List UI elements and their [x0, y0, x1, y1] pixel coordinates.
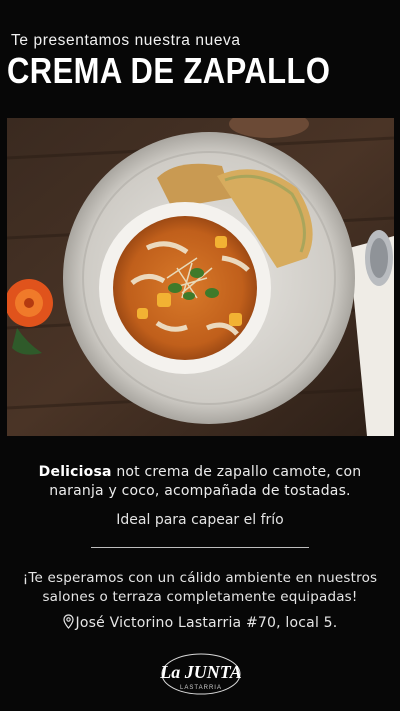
soup-photo — [7, 118, 394, 436]
page-title: CREMA DE ZAPALLO — [7, 50, 331, 91]
description-line2: naranja y coco, acompañada de tostadas. — [49, 483, 351, 499]
tagline: Ideal para capear el frío — [116, 512, 284, 528]
intro-text: Te presentamos nuestra nueva — [11, 32, 241, 49]
invite-line1: ¡Te esperamos con un cálido ambiente en … — [22, 570, 378, 586]
description-line1: not crema de zapallo camote, con — [111, 464, 362, 480]
description: Deliciosa not crema de zapallo camote, c… — [0, 463, 400, 501]
logo-subtext: LASTARRIA — [180, 685, 222, 691]
address: José Victorino Lastarria #70, local 5. — [0, 614, 400, 633]
divider — [91, 547, 309, 548]
invite-line2: salones o terraza completamente equipada… — [42, 589, 358, 605]
logo-text: La JUNTA — [160, 662, 242, 682]
location-pin-icon — [62, 614, 74, 633]
invite-text: ¡Te esperamos con un cálido ambiente en … — [0, 569, 400, 607]
description-highlight: Deliciosa — [38, 464, 112, 480]
address-text: José Victorino Lastarria #70, local 5. — [75, 615, 338, 631]
soup-illustration — [7, 118, 394, 436]
brand-logo: La JUNTA LASTARRIA — [159, 652, 242, 696]
